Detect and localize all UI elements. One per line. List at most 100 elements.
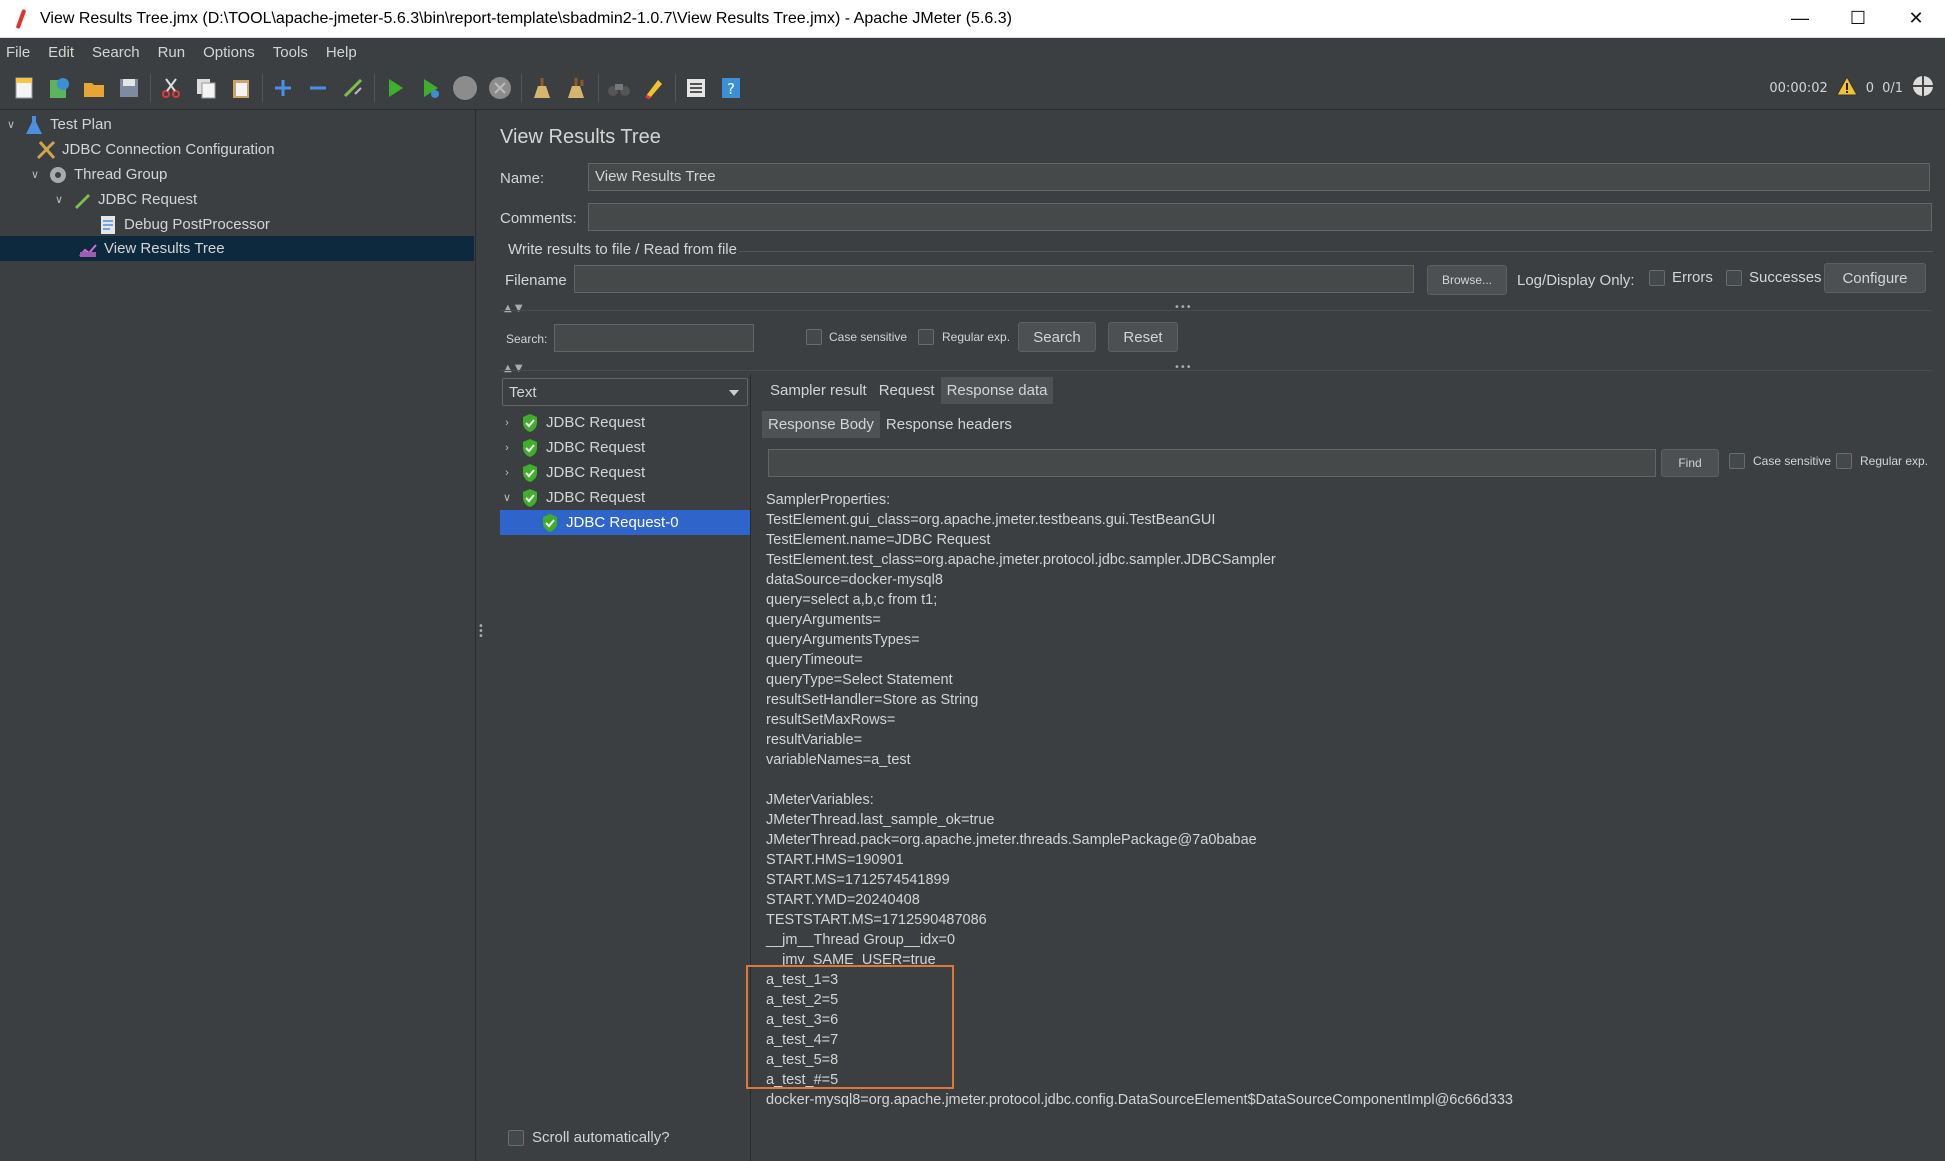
list-item[interactable]: › JDBC Request <box>500 410 750 435</box>
cut-icon[interactable] <box>157 74 185 102</box>
response-line: dataSource=docker-mysql8 <box>766 572 943 588</box>
case-sensitive-checkbox[interactable] <box>806 329 822 345</box>
response-tabs: Response Body Response headers <box>762 411 1018 438</box>
menu-run[interactable]: Run <box>158 44 186 61</box>
collapse-arrows-icon[interactable]: ▲ ▼ <box>504 363 523 374</box>
name-field[interactable]: View Results Tree <box>588 163 1930 191</box>
filename-field[interactable] <box>574 265 1414 293</box>
divider <box>500 310 1932 311</box>
response-line: START.MS=1712574541899 <box>766 872 950 888</box>
toolbar-separator <box>675 73 676 102</box>
chevron-right-icon[interactable]: › <box>500 442 514 454</box>
tree-item-test-plan[interactable]: ∨ Test Plan <box>4 112 112 137</box>
toggle-icon[interactable] <box>339 74 367 102</box>
menu-file[interactable]: File <box>6 44 30 61</box>
menu-bar: File Edit Search Run Options Tools Help <box>0 38 1945 66</box>
help-icon[interactable]: ? <box>717 74 745 102</box>
menu-edit[interactable]: Edit <box>48 44 74 61</box>
menu-search[interactable]: Search <box>92 44 140 61</box>
start-icon[interactable] <box>381 74 409 102</box>
configure-button[interactable]: Configure <box>1824 263 1926 293</box>
minimize-button[interactable]: — <box>1771 0 1829 38</box>
divider-dots-icon[interactable]: ••• <box>1174 302 1192 313</box>
response-line: variableNames=a_test <box>766 752 911 768</box>
document-icon <box>98 215 118 235</box>
paste-icon[interactable] <box>227 74 255 102</box>
toolbar-separator <box>374 73 375 102</box>
warning-icon[interactable] <box>1835 75 1858 100</box>
reset-button[interactable]: Reset <box>1108 322 1178 352</box>
maximize-button[interactable]: ☐ <box>1829 0 1887 38</box>
response-body-text[interactable]: SamplerProperties: TestElement.gui_class=… <box>766 490 1936 1110</box>
tree-item-view-results-tree[interactable]: View Results Tree <box>0 236 474 261</box>
response-line: TestElement.test_class=org.apache.jmeter… <box>766 552 1276 568</box>
find-case-sensitive-checkbox[interactable] <box>1729 453 1745 469</box>
search-button[interactable]: Search <box>1018 322 1096 352</box>
list-item[interactable]: ∨ JDBC Request <box>500 485 750 510</box>
collapse-arrows-icon[interactable]: ▲ ▼ <box>504 303 523 314</box>
chevron-right-icon[interactable]: › <box>500 467 514 479</box>
menu-tools[interactable]: Tools <box>273 44 308 61</box>
copy-icon[interactable] <box>192 74 220 102</box>
expand-all-icon[interactable] <box>269 74 297 102</box>
function-helper-icon[interactable] <box>682 74 710 102</box>
clear-all-icon[interactable] <box>563 74 591 102</box>
chevron-down-icon[interactable]: ∨ <box>500 491 514 504</box>
find-regex-checkbox[interactable] <box>1836 453 1852 469</box>
templates-icon[interactable] <box>45 74 73 102</box>
scroll-auto-checkbox[interactable] <box>508 1130 524 1146</box>
list-item[interactable]: › JDBC Request <box>500 460 750 485</box>
reset-search-icon[interactable] <box>640 74 668 102</box>
tree-item-jdbc-request[interactable]: ∨ JDBC Request <box>52 187 197 212</box>
tab-response-body[interactable]: Response Body <box>762 411 880 438</box>
response-line: START.HMS=190901 <box>766 852 904 868</box>
search-input[interactable] <box>554 324 754 352</box>
title-bar: View Results Tree.jmx (D:\TOOL\apache-jm… <box>0 0 1945 38</box>
tree-item-jdbc-connection[interactable]: JDBC Connection Configuration <box>30 137 275 162</box>
tab-sampler-result[interactable]: Sampler result <box>764 377 873 404</box>
remote-globe-icon[interactable] <box>1911 74 1935 102</box>
open-icon[interactable] <box>80 74 108 102</box>
chevron-down-icon[interactable]: ∨ <box>52 193 66 206</box>
tab-response-headers[interactable]: Response headers <box>880 411 1018 438</box>
errors-checkbox[interactable] <box>1649 270 1665 286</box>
menu-options[interactable]: Options <box>203 44 255 61</box>
find-button[interactable]: Find <box>1661 449 1719 477</box>
toolbar-separator <box>150 73 151 102</box>
tree-item-label: View Results Tree <box>104 240 225 257</box>
successes-checkbox[interactable] <box>1726 270 1742 286</box>
tree-item-thread-group[interactable]: ∨ Thread Group <box>28 162 167 187</box>
close-button[interactable]: ✕ <box>1887 0 1945 38</box>
tab-request[interactable]: Request <box>873 377 941 404</box>
collapse-all-icon[interactable] <box>304 74 332 102</box>
save-icon[interactable] <box>115 74 143 102</box>
chevron-right-icon[interactable]: › <box>500 417 514 429</box>
splitter-handle[interactable]: • • • <box>478 622 484 642</box>
response-line: a_test_1=3 <box>766 972 839 988</box>
response-line <box>766 770 1936 790</box>
tree-item-debug-postprocessor[interactable]: Debug PostProcessor <box>92 212 270 237</box>
clear-icon[interactable] <box>528 74 556 102</box>
find-input[interactable] <box>768 449 1656 477</box>
browse-button[interactable]: Browse... <box>1427 265 1507 295</box>
window-title: View Results Tree.jmx (D:\TOOL\apache-jm… <box>40 9 1012 27</box>
start-no-timers-icon[interactable] <box>416 74 444 102</box>
divider-dots-icon[interactable]: ••• <box>1174 362 1192 373</box>
success-shield-icon <box>520 438 540 458</box>
shutdown-icon[interactable] <box>486 74 514 102</box>
renderer-select[interactable]: Text <box>502 378 748 406</box>
regex-checkbox[interactable] <box>918 329 934 345</box>
chevron-down-icon[interactable]: ∨ <box>4 118 18 131</box>
new-icon[interactable] <box>10 74 38 102</box>
binoculars-icon[interactable] <box>605 74 633 102</box>
menu-help[interactable]: Help <box>326 44 357 61</box>
name-label: Name: <box>500 170 545 187</box>
response-line: START.YMD=20240408 <box>766 892 920 908</box>
tab-response-data[interactable]: Response data <box>940 377 1054 404</box>
results-splitter[interactable] <box>750 374 760 1161</box>
list-item[interactable]: › JDBC Request <box>500 435 750 460</box>
list-item-selected[interactable]: JDBC Request-0 <box>500 510 750 535</box>
chevron-down-icon[interactable]: ∨ <box>28 168 42 181</box>
stop-icon[interactable] <box>451 74 479 102</box>
comments-field[interactable] <box>588 203 1932 231</box>
